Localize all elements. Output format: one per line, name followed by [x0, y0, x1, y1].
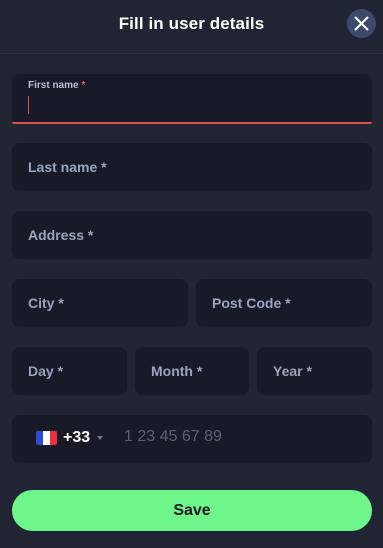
save-button[interactable]: Save — [12, 490, 372, 531]
address-label: Address * — [28, 227, 94, 243]
modal-title: Fill in user details — [118, 14, 265, 33]
year-label: Year * — [273, 363, 312, 379]
month-field[interactable]: Month * — [135, 347, 249, 395]
post-code-label: Post Code * — [212, 295, 291, 311]
required-mark: * — [58, 295, 64, 311]
text-caret — [28, 96, 29, 114]
country-code-selector[interactable]: +33 — [12, 415, 112, 463]
required-mark: * — [196, 363, 203, 379]
france-flag-icon — [36, 431, 57, 445]
last-name-label: Last name * — [28, 159, 107, 175]
required-mark: * — [81, 80, 86, 91]
phone-number-input[interactable] — [124, 428, 364, 446]
close-button[interactable] — [347, 9, 376, 38]
required-mark: * — [87, 227, 94, 243]
last-name-field[interactable]: Last name * — [12, 143, 372, 191]
country-code: +33 — [63, 429, 91, 446]
required-mark: * — [57, 363, 64, 379]
chevron-down-icon — [97, 436, 103, 440]
city-label: City * — [28, 295, 64, 311]
modal-header: Fill in user details — [0, 0, 383, 54]
month-label: Month * — [151, 363, 203, 379]
user-details-modal: Fill in user details First name * Last n… — [0, 0, 383, 548]
first-name-label: First name * — [28, 80, 86, 91]
phone-field: +33 — [12, 415, 372, 463]
close-icon — [354, 16, 369, 31]
required-mark: * — [101, 159, 107, 175]
address-field[interactable]: Address * — [12, 211, 372, 259]
required-mark: * — [306, 363, 312, 379]
day-label: Day * — [28, 363, 64, 379]
day-field[interactable]: Day * — [12, 347, 127, 395]
post-code-field[interactable]: Post Code * — [196, 279, 372, 327]
first-name-field[interactable]: First name * — [12, 74, 372, 124]
required-mark: * — [285, 295, 291, 311]
year-field[interactable]: Year * — [257, 347, 372, 395]
city-field[interactable]: City * — [12, 279, 188, 327]
